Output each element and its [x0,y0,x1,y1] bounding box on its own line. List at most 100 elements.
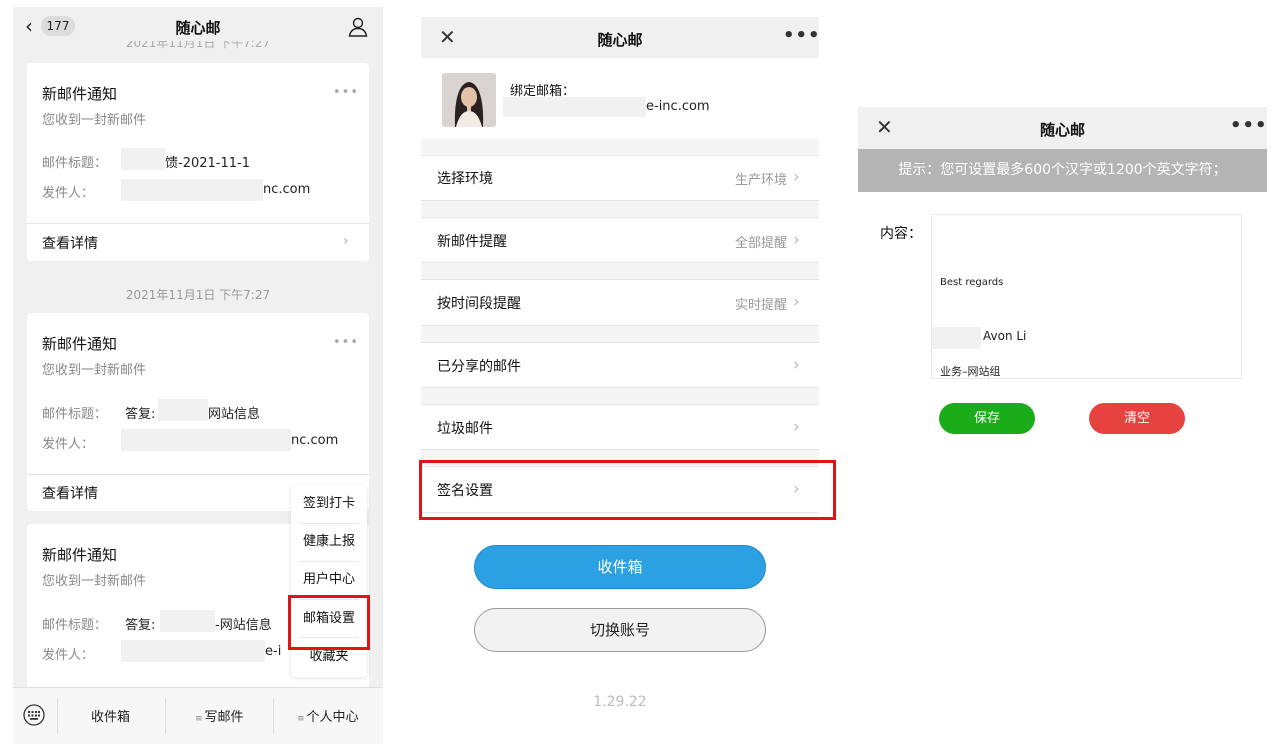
divider [27,223,369,224]
tab-profile[interactable]: ≡ 个人中心 [297,706,359,725]
more-dots-icon[interactable]: ••• [783,25,821,46]
card-title: 新邮件通知 [42,85,118,103]
row-label: 已分享的邮件 [437,359,521,375]
redacted-block [158,399,208,421]
chevron-right-icon: › [793,292,800,312]
divider [421,155,819,156]
chevron-right-icon: › [793,167,800,187]
sender-value: e-i [265,644,282,659]
notification-card: 新邮件通知 您收到一封新邮件 ••• 邮件标题： 馈-2021-11-1 发件人… [27,63,369,261]
subject-value: -网站信息 [215,618,272,633]
section-gap [421,326,819,342]
redacted-block [932,327,981,349]
keyboard-icon[interactable] [23,704,45,726]
card-subtitle: 您收到一封新邮件 [42,113,147,128]
view-detail-link[interactable]: 查看详情 [42,233,98,253]
card-subtitle: 您收到一封新邮件 [42,363,147,378]
subject-value: 网站信息 [208,407,261,422]
bottom-tab-bar: 收件箱 ≡ 写邮件 ≡ 个人中心 [13,687,383,744]
subject-label: 邮件标题： [42,156,108,171]
sender-label: 发件人： [42,437,95,452]
clipped-timestamp: 2021年11月1日 下午7:27 [125,41,271,50]
signature-line: 业务–网站组 [940,365,1001,378]
nav-bar: ✕ 随心邮 ••• [421,17,821,58]
menu-item-checkin[interactable]: 签到打卡 [291,485,367,523]
tab-compose[interactable]: ≡ 写邮件 [195,706,244,725]
highlight-box [288,595,370,650]
page-title: 随心邮 [597,31,643,49]
signature-editor[interactable]: Best regards Avon Li 业务–网站组 [931,214,1242,379]
signature-line: Avon Li [983,329,1027,343]
page-title: 随心邮 [175,19,221,37]
chevron-right-icon: › [793,417,800,437]
version-label: 1.29.22 [593,694,647,710]
section-gap [421,263,819,279]
card-title: 新邮件通知 [42,335,118,353]
card-title: 新邮件通知 [42,546,118,564]
row-value: 全部提醒 [734,236,787,251]
section-gap [421,388,819,404]
timestamp: 2021年11月1日 下午7:27 [125,288,271,302]
switch-account-button[interactable]: 切换账号 [474,608,766,652]
divider [27,474,369,475]
divider [421,342,819,343]
divider [421,217,819,218]
menu-icon: ≡ [195,714,203,724]
sender-label: 发件人： [42,648,95,663]
row-label: 按时间段提醒 [437,296,521,312]
signature-settings-screen: ✕ 随心邮 ••• 提示：您可设置最多600个汉字或1200个英文字符； 内容：… [858,107,1267,447]
redacted-block [121,429,291,451]
divider [165,698,166,734]
save-button[interactable]: 保存 [939,403,1035,434]
hint-banner: 提示：您可设置最多600个汉字或1200个英文字符； [858,149,1267,192]
mail-notification-screen: ‹ 177 随心邮 2021年11月1日 下午7:27 新邮件通知 您收到一封新… [13,7,383,744]
highlight-box [419,460,836,520]
avatar [442,73,496,127]
row-value: 实时提醒 [734,298,787,313]
row-label: 垃圾邮件 [437,421,493,437]
menu-item-user-center[interactable]: 用户中心 [291,561,367,599]
view-detail-link[interactable]: 查看详情 [42,483,98,503]
clear-button[interactable]: 清空 [1089,403,1185,434]
redacted-block [503,97,646,117]
more-dots-icon[interactable]: ••• [1230,115,1268,136]
redacted-block [160,610,215,632]
section-gap [421,201,819,217]
sender-value: nc.com [263,182,311,197]
card-subtitle: 您收到一封新邮件 [42,574,147,589]
menu-icon: ≡ [297,714,305,724]
redacted-block [121,640,265,662]
sender-value: nc.com [291,433,339,448]
subject-prefix: 答复: [125,407,156,422]
divider [421,279,819,280]
mailbox-settings-screen: ✕ 随心邮 ••• 绑定邮箱： e-inc.com 选择环境 生产环境 › 新邮… [419,17,836,717]
page-title: 随心邮 [1039,121,1085,139]
tab-inbox[interactable]: 收件箱 [91,706,130,725]
redacted-block [121,148,165,170]
chevron-right-icon: › [343,233,349,249]
subject-prefix: 答复: [125,618,156,633]
row-value: 生产环境 [734,173,787,188]
nav-bar: ✕ 随心邮 ••• [858,107,1267,149]
row-label: 选择环境 [437,171,493,187]
sender-label: 发件人： [42,186,95,201]
divider [273,698,274,734]
menu-item-health-report[interactable]: 健康上报 [291,523,367,561]
more-dots-icon[interactable]: ••• [333,85,359,100]
chevron-right-icon: › [793,230,800,250]
divider [421,404,819,405]
section-gap [421,139,819,155]
redacted-block [121,179,263,201]
content-label: 内容： [880,226,922,242]
subject-value: 馈-2021-11-1 [165,156,250,171]
row-label: 新邮件提醒 [437,234,507,250]
subject-label: 邮件标题： [42,618,108,633]
chevron-right-icon: › [793,355,800,375]
inbox-button[interactable]: 收件箱 [474,545,766,589]
bound-email-value: e-inc.com [646,99,710,114]
more-dots-icon[interactable]: ••• [333,335,359,350]
divider [57,698,58,734]
signature-line: Best regards [940,277,1004,288]
person-icon[interactable] [347,16,369,38]
notification-card: 新邮件通知 您收到一封新邮件 ••• 邮件标题： 答复: 网站信息 发件人： n… [27,313,369,511]
